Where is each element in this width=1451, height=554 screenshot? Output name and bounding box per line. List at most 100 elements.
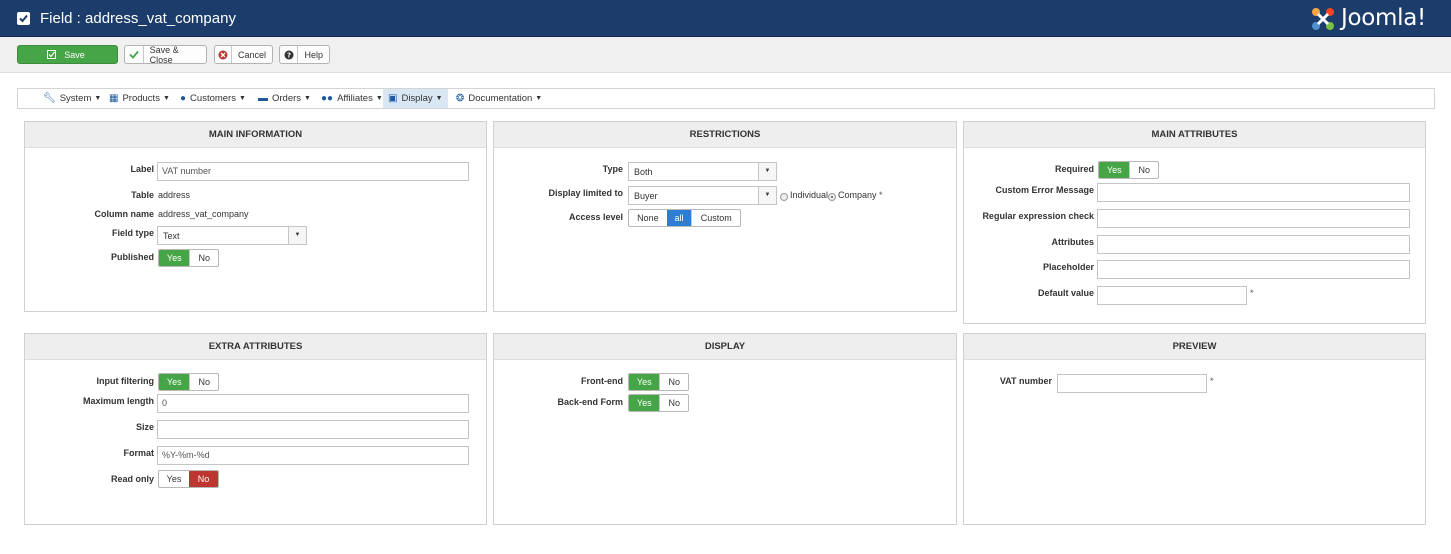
access-level-toggle[interactable]: None all Custom — [628, 209, 741, 227]
front-end-label: Front-end — [581, 376, 623, 386]
size-input[interactable] — [157, 420, 469, 439]
required-label: Required — [1054, 164, 1094, 174]
save-close-button[interactable]: Save & Close — [124, 45, 207, 65]
display-limited-label: Display limited to — [548, 188, 623, 198]
menu-affiliates[interactable]: ●● Affiliates ▼ — [316, 89, 388, 108]
published-toggle[interactable]: Yes No — [158, 249, 219, 267]
question-icon: ? — [280, 46, 299, 63]
access-all[interactable]: all — [666, 210, 692, 226]
cancel-button[interactable]: Cancel — [214, 45, 273, 64]
max-length-input[interactable]: 0 — [157, 394, 469, 413]
panel-heading: DISPLAY — [494, 334, 956, 360]
toolbar: Save Save & Close Cancel ? Help — [0, 37, 1451, 73]
save-label: Save — [64, 49, 85, 60]
panel-heading: MAIN ATTRIBUTES — [964, 122, 1425, 148]
custom-error-input[interactable] — [1097, 183, 1410, 202]
front-end-toggle[interactable]: Yes No — [628, 373, 689, 391]
display-panel: DISPLAY Front-end Yes No Back-end Form Y… — [493, 333, 957, 525]
user-icon: ● — [180, 93, 187, 104]
input-filtering-yes[interactable]: Yes — [159, 374, 190, 390]
placeholder-input[interactable] — [1097, 260, 1410, 279]
menu-display[interactable]: ▣ Display ▼ — [383, 89, 448, 108]
column-name-value: address_vat_company — [158, 209, 249, 219]
back-end-form-no[interactable]: No — [659, 395, 688, 411]
menu-orders[interactable]: ▬ Orders ▼ — [253, 89, 316, 108]
required-no[interactable]: No — [1129, 162, 1158, 178]
caret-down-icon: ▼ — [758, 163, 776, 180]
menu-system[interactable]: 🔧︎ System ▼ — [38, 89, 106, 108]
published-yes[interactable]: Yes — [159, 250, 190, 266]
panel-heading: PREVIEW — [964, 334, 1425, 360]
caret-down-icon: ▼ — [758, 187, 776, 204]
restrictions-panel: RESTRICTIONS Type Both ▼ Display limited… — [493, 121, 957, 312]
title-bar: Field : address_vat_company Joomla! — [0, 0, 1451, 37]
required-star: * — [879, 190, 883, 200]
menu-customers[interactable]: ● Customers ▼ — [175, 89, 251, 108]
input-filtering-no[interactable]: No — [189, 374, 218, 390]
back-end-form-yes[interactable]: Yes — [629, 395, 660, 411]
table-value: address — [158, 190, 191, 200]
help-label: Help — [304, 49, 323, 60]
regex-label: Regular expression check — [982, 211, 1094, 221]
caret-down-icon: ▼ — [535, 95, 543, 102]
svg-text:?: ? — [287, 51, 291, 59]
format-label: Format — [123, 448, 154, 458]
main-menu: 🔧︎ System ▼ ▦ Products ▼ ● Customers ▼ ▬… — [17, 88, 1435, 109]
required-star: * — [1250, 288, 1254, 298]
main-information-panel: MAIN INFORMATION Label VAT number Table … — [24, 121, 487, 312]
caret-down-icon: ▼ — [288, 227, 306, 244]
format-input[interactable]: %Y-%m-%d — [157, 446, 469, 465]
credit-card-icon: ▬ — [258, 93, 268, 104]
default-value-input[interactable] — [1097, 286, 1247, 305]
caret-down-icon: ▼ — [435, 95, 443, 102]
front-end-no[interactable]: No — [659, 374, 688, 390]
read-only-toggle[interactable]: Yes No — [158, 470, 219, 488]
menu-label: Documentation — [468, 93, 533, 104]
caret-down-icon: ▼ — [238, 95, 246, 102]
read-only-label: Read only — [110, 474, 154, 484]
menu-documentation[interactable]: ❂ Documentation ▼ — [451, 89, 547, 108]
type-label: Type — [602, 164, 623, 174]
column-name-label: Column name — [94, 209, 154, 219]
access-none[interactable]: None — [629, 210, 667, 226]
extra-attributes-panel: EXTRA ATTRIBUTES Input filtering Yes No … — [24, 333, 487, 525]
input-filtering-toggle[interactable]: Yes No — [158, 373, 219, 391]
max-length-label: Maximum length — [82, 396, 154, 406]
published-no[interactable]: No — [189, 250, 218, 266]
caret-down-icon: ▼ — [375, 95, 383, 102]
vat-number-input[interactable] — [1057, 374, 1207, 393]
menu-label: Products — [122, 93, 160, 104]
menu-label: Affiliates — [337, 93, 373, 104]
caret-down-icon: ▼ — [162, 95, 170, 102]
display-limited-value: Buyer — [634, 191, 658, 201]
company-radio[interactable] — [828, 193, 836, 201]
field-type-value: Text — [163, 231, 180, 241]
vat-number-label: VAT number — [999, 376, 1052, 386]
display-limited-select[interactable]: Buyer ▼ — [628, 186, 777, 205]
read-only-no[interactable]: No — [188, 471, 218, 487]
type-select[interactable]: Both ▼ — [628, 162, 777, 181]
joomla-logo-icon — [1312, 8, 1334, 30]
field-type-select[interactable]: Text ▼ — [157, 226, 307, 245]
regex-input[interactable] — [1097, 209, 1410, 228]
help-button[interactable]: ? Help — [279, 45, 330, 64]
attributes-input[interactable] — [1097, 235, 1410, 254]
save-button[interactable]: Save — [17, 45, 118, 64]
individual-radio[interactable] — [780, 193, 788, 201]
users-icon: ●● — [321, 93, 334, 104]
type-value: Both — [634, 167, 653, 177]
menu-label: Customers — [190, 93, 236, 104]
required-yes[interactable]: Yes — [1099, 162, 1130, 178]
back-end-form-toggle[interactable]: Yes No — [628, 394, 689, 412]
required-toggle[interactable]: Yes No — [1098, 161, 1159, 179]
label-input[interactable]: VAT number — [157, 162, 469, 181]
menu-products[interactable]: ▦ Products ▼ — [104, 89, 175, 108]
menu-label: Orders — [272, 93, 302, 104]
check-icon — [125, 46, 144, 63]
joomla-brand: Joomla! — [1341, 5, 1426, 31]
front-end-yes[interactable]: Yes — [629, 374, 660, 390]
label-label: Label — [130, 164, 154, 174]
main-attributes-panel: MAIN ATTRIBUTES Required Yes No Custom E… — [963, 121, 1426, 324]
access-custom[interactable]: Custom — [691, 210, 740, 226]
read-only-yes[interactable]: Yes — [159, 471, 189, 487]
